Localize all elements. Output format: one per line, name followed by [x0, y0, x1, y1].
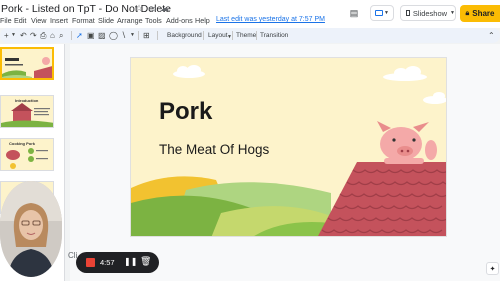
slide-2-title: Introduction [15, 98, 39, 103]
paint-format-icon[interactable]: ⌂ [50, 31, 55, 40]
toolbar-divider [138, 31, 139, 40]
toolbar-divider [232, 31, 233, 40]
menu-file[interactable]: File [0, 16, 12, 25]
slideshow-button[interactable]: Slideshow ▼ [400, 5, 456, 21]
slide-title[interactable]: Pork [159, 98, 212, 126]
video-call-icon [375, 10, 384, 16]
background-button[interactable]: Background [167, 31, 202, 40]
share-label: Share [472, 9, 495, 18]
last-edit-link[interactable]: Last edit was yesterday at 7:57 PM [216, 16, 325, 23]
redo-icon[interactable]: ↷ [30, 31, 37, 40]
text-box-icon[interactable]: ▣ [87, 31, 95, 40]
slide-canvas[interactable]: Pork The Meat Of Hogs [130, 57, 447, 237]
share-button[interactable]: 🔒︎ Share [460, 5, 500, 22]
document-title[interactable]: Pork - Listed on TpT - Do Not Delete [1, 3, 171, 15]
comment-icon: ▤ [349, 7, 359, 18]
toolbar-divider [157, 31, 158, 40]
slide-thumbnail-1[interactable] [0, 47, 54, 80]
slideshow-label: Slideshow [412, 8, 448, 18]
app-header: Pork - Listed on TpT - Do Not Delete ☆ ▭… [0, 0, 500, 28]
vertical-ruler [66, 44, 70, 281]
menu-slide[interactable]: Slide [98, 16, 114, 25]
image-icon[interactable]: ▨ [98, 31, 106, 40]
transition-button[interactable]: Transition [260, 31, 288, 40]
layout-button[interactable]: Layout [208, 31, 228, 40]
menu-arrange[interactable]: Arrange [117, 16, 143, 25]
menu-edit[interactable]: Edit [14, 16, 26, 25]
menu-view[interactable]: View [31, 16, 46, 25]
pause-icon[interactable]: ❚❚ [124, 257, 137, 266]
recording-timer: 4:57 [100, 258, 115, 267]
shape-icon[interactable]: ◯ [109, 31, 118, 40]
print-icon[interactable]: ⎙ [40, 31, 46, 40]
add-comment-icon[interactable]: ⊞ [143, 31, 150, 40]
webcam-bubble[interactable] [0, 181, 62, 277]
chevron-down-icon[interactable]: ▼ [11, 31, 16, 40]
slide-1-preview [2, 49, 52, 78]
explore-button[interactable]: ✦ [486, 262, 499, 275]
menu-tools[interactable]: Tools [145, 16, 162, 25]
chevron-down-icon[interactable]: ▼ [130, 31, 135, 40]
chevron-up-icon[interactable]: ⌃ [488, 31, 495, 40]
zoom-icon[interactable]: ⌕ [59, 31, 63, 40]
slide-subtitle[interactable]: The Meat Of Hogs [159, 142, 269, 157]
toolbar-divider [256, 31, 257, 40]
menu-help[interactable]: Help [195, 16, 210, 25]
new-slide-icon[interactable]: + [4, 31, 9, 40]
explore-icon: ✦ [489, 265, 496, 273]
trash-icon[interactable]: 🗑︎ [140, 256, 151, 267]
presenter-video [0, 181, 62, 277]
undo-icon[interactable]: ↶ [20, 31, 27, 40]
chevron-down-icon: ▼ [384, 10, 389, 16]
slide-thumbnail-2[interactable]: Introduction [0, 95, 54, 128]
menu-addons[interactable]: Add-ons [166, 16, 193, 25]
meet-button[interactable]: ▼ [370, 5, 394, 21]
select-cursor-icon[interactable]: ➚ [76, 31, 83, 40]
star-icon[interactable]: ☆ [135, 3, 143, 14]
screen-recorder-controls: 4:57 ❚❚ 🗑︎ [76, 252, 159, 273]
stop-recording-button[interactable] [86, 258, 95, 267]
cloud-status-icon[interactable]: ☁ [160, 3, 169, 14]
comments-button[interactable]: ▤ [346, 5, 362, 21]
slideshow-icon [406, 10, 410, 16]
chevron-down-icon: ▼ [450, 10, 455, 16]
menu-format[interactable]: Format [72, 16, 95, 25]
slide-3-title: Cooking Pork [9, 141, 36, 146]
menu-insert[interactable]: Insert [50, 16, 68, 25]
line-icon[interactable]: ∖ [121, 31, 126, 40]
move-folder-icon[interactable]: ▭ [148, 3, 157, 14]
theme-button[interactable]: Theme [236, 31, 256, 40]
slide-thumbnail-3[interactable]: Cooking Pork [0, 138, 54, 171]
lock-icon: 🔒︎ [465, 9, 470, 17]
toolbar: + ▼ ↶ ↷ ⎙ ⌂ ⌕ ➚ ▣ ▨ ◯ ∖ ▼ ⊞ Background L… [0, 28, 500, 43]
toolbar-divider [203, 31, 204, 40]
toolbar-divider [71, 31, 72, 40]
